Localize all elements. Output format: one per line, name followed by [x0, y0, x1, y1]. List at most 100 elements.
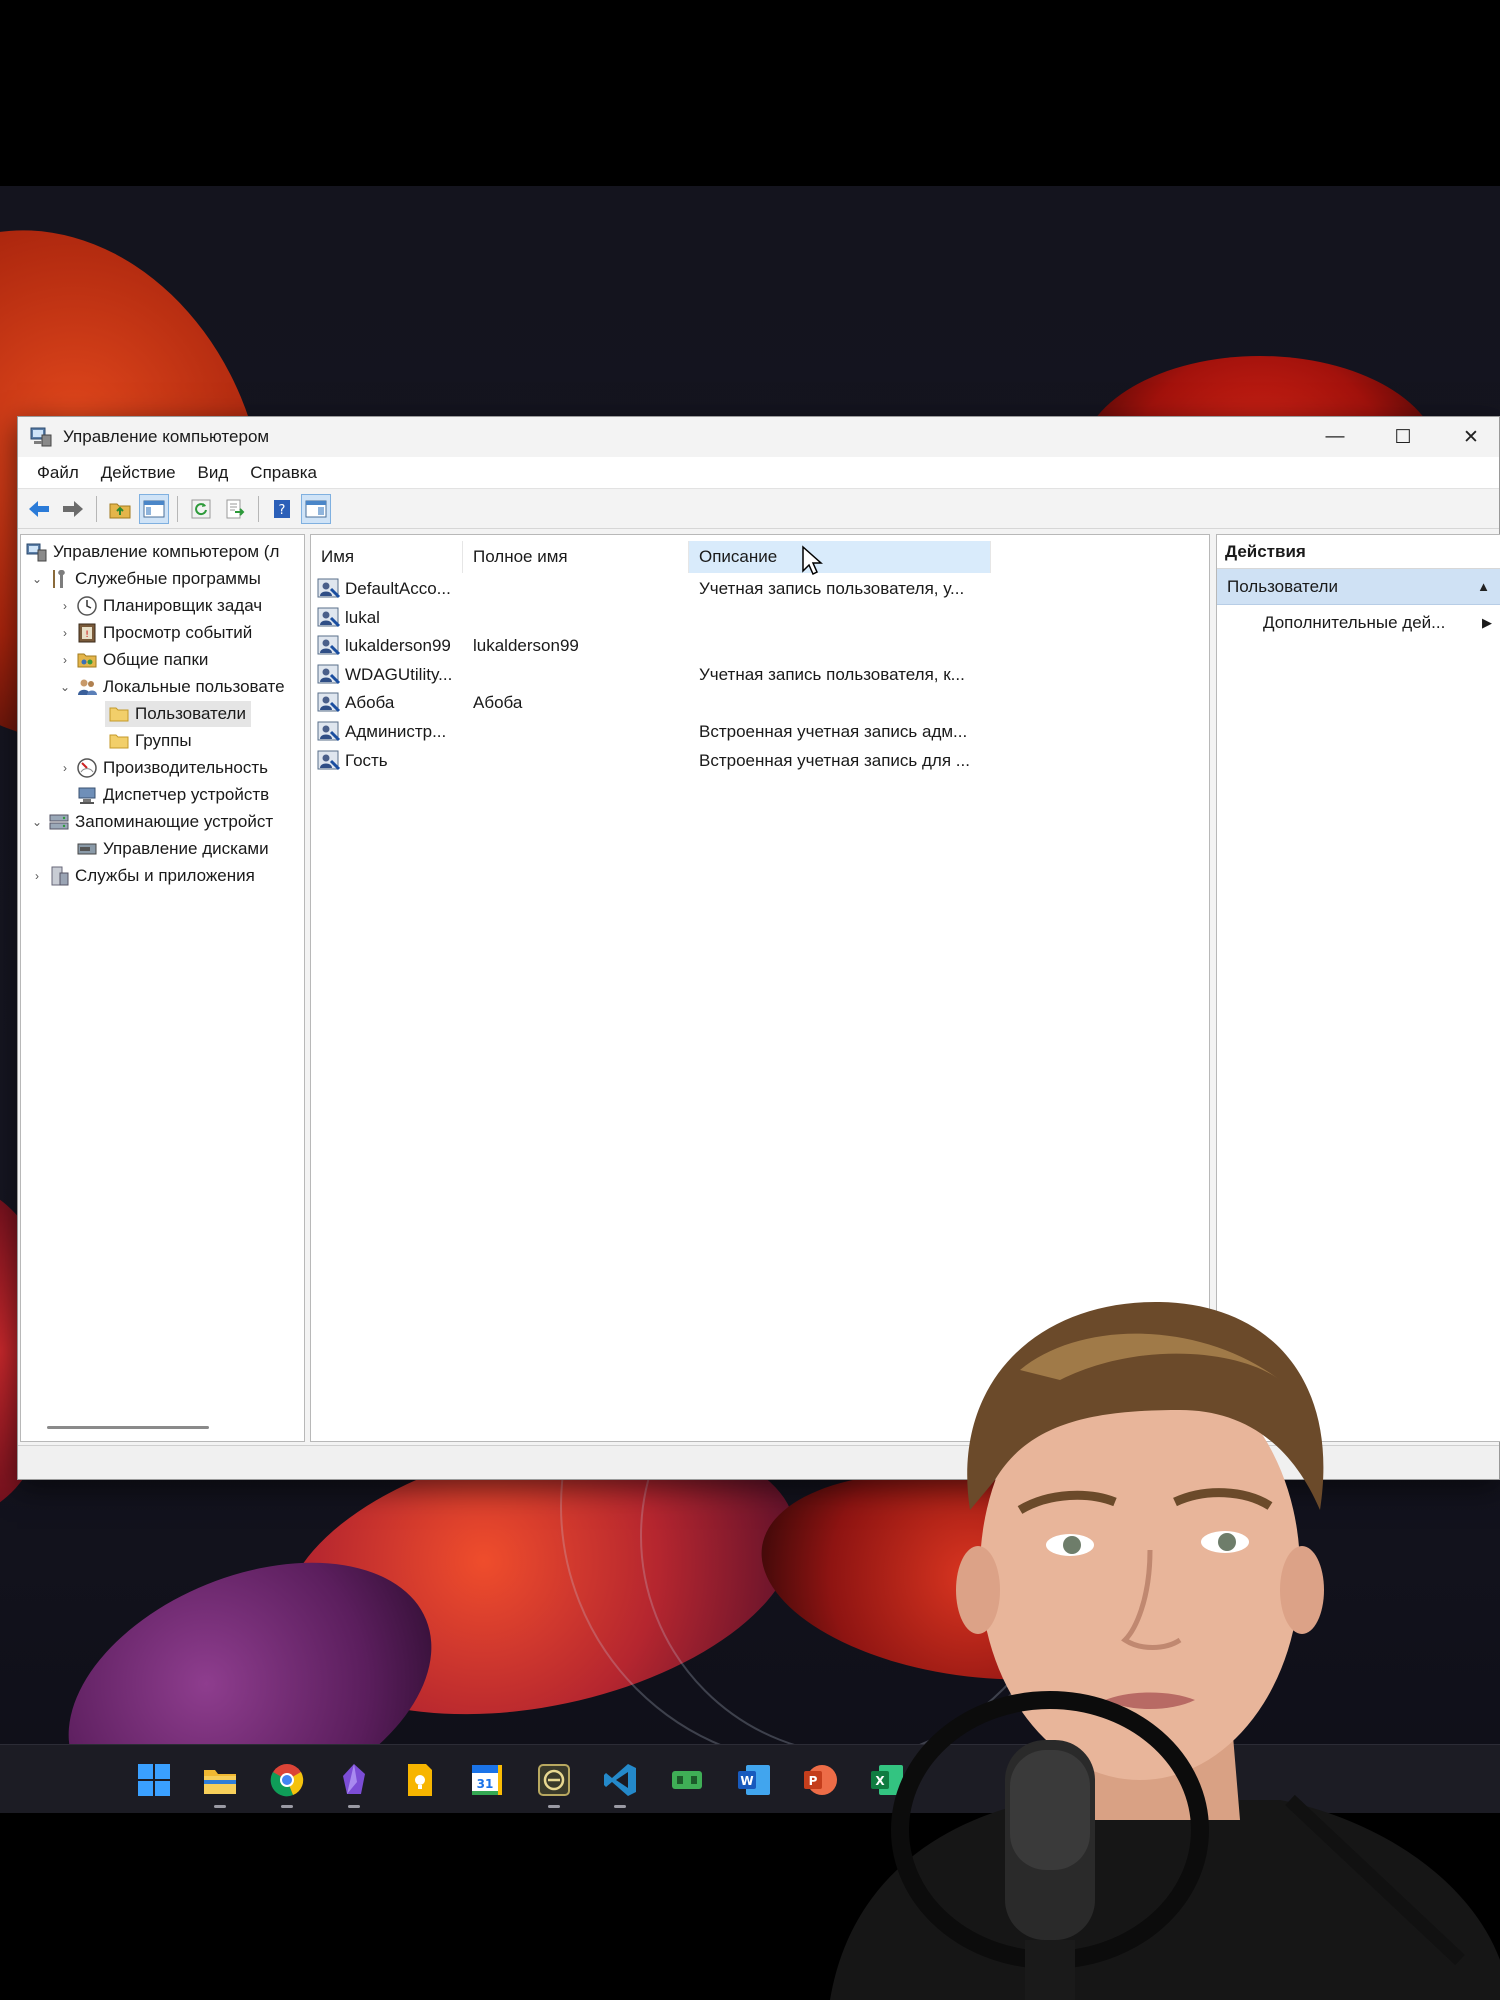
- tree-item-event-viewer[interactable]: › ! Просмотр событий: [57, 620, 252, 646]
- tree-label: Служебные программы: [75, 569, 261, 588]
- tree-label: Службы и приложения: [75, 866, 255, 885]
- vscode-icon: [604, 1764, 636, 1796]
- actions-section-users[interactable]: Пользователи ▲: [1217, 569, 1500, 605]
- obsidian-button[interactable]: [334, 1760, 374, 1808]
- chevron-down-icon[interactable]: ⌄: [29, 572, 45, 586]
- file-explorer-button[interactable]: [200, 1760, 240, 1808]
- calendar-button[interactable]: 31: [467, 1760, 507, 1800]
- folder-up-icon: [109, 503, 131, 518]
- start-button[interactable]: [134, 1760, 174, 1800]
- more-actions-item[interactable]: Дополнительные дей... ▶: [1217, 605, 1500, 641]
- user-name: Гость: [345, 750, 388, 770]
- storage-icon: [49, 814, 69, 830]
- computer-management-icon: [30, 427, 52, 447]
- chevron-right-icon[interactable]: ›: [57, 761, 73, 775]
- tree-item-performance[interactable]: › Производительность: [57, 755, 268, 781]
- tree-item-disk-management[interactable]: Управление дисками: [73, 836, 269, 862]
- word-button[interactable]: W: [734, 1760, 774, 1800]
- user-name: DefaultAcco...: [345, 579, 451, 598]
- toolbar-separator: [258, 495, 259, 522]
- chevron-down-icon[interactable]: ⌄: [57, 680, 73, 694]
- tree-item-groups[interactable]: Группы: [105, 728, 192, 754]
- svg-text:!: !: [85, 630, 89, 640]
- back-button[interactable]: [24, 494, 54, 524]
- chevron-right-icon[interactable]: ›: [57, 653, 73, 667]
- user-description: Встроенная учетная запись адм...: [699, 722, 968, 741]
- maximize-button[interactable]: ☐: [1369, 417, 1437, 457]
- more-actions-label: Дополнительные дей...: [1263, 613, 1446, 632]
- list-header: Имя Полное имя Описание: [311, 541, 1209, 573]
- user-account-icon: [317, 692, 341, 713]
- menu-action[interactable]: Действие: [90, 463, 187, 483]
- window-title: Управление компьютером: [63, 427, 270, 446]
- tree-item-users[interactable]: Пользователи: [105, 701, 251, 727]
- user-row[interactable]: Абоба Абоба: [311, 689, 1209, 717]
- webcam-person-overlay: [830, 1301, 1500, 2000]
- shared-folder-icon: [77, 653, 97, 668]
- tree-item-device-manager[interactable]: Диспетчер устройств: [73, 782, 269, 808]
- game-button[interactable]: [667, 1760, 707, 1800]
- running-indicator: [614, 1805, 626, 1808]
- title-bar[interactable]: Управление компьютером — ☐ ✕: [18, 417, 1499, 457]
- user-row[interactable]: DefaultAcco... Учетная запись пользовател…: [311, 575, 1209, 603]
- calendar-icon: 31: [472, 1765, 502, 1795]
- forward-button[interactable]: [58, 494, 88, 524]
- running-indicator: [214, 1805, 226, 1808]
- tree-item-services-applications[interactable]: › Службы и приложения: [29, 863, 255, 889]
- disk-icon: [77, 843, 97, 855]
- chevron-right-icon[interactable]: ›: [57, 599, 73, 613]
- help-button[interactable]: ?: [267, 494, 297, 524]
- show-hide-console-tree-button[interactable]: [139, 493, 169, 524]
- chevron-right-icon[interactable]: ›: [57, 626, 73, 640]
- menu-help[interactable]: Справка: [239, 463, 328, 483]
- user-row[interactable]: lukal: [311, 604, 1209, 632]
- column-header-full-name[interactable]: Полное имя: [463, 541, 689, 573]
- user-row[interactable]: lukalderson99 lukalderson99: [311, 632, 1209, 660]
- user-description: Учетная запись пользователя, к...: [699, 664, 965, 684]
- chrome-button[interactable]: [267, 1760, 307, 1808]
- action-pane-icon: [305, 500, 327, 517]
- tree-item-shared-folders[interactable]: › Общие папки: [57, 647, 208, 673]
- user-account-icon: [317, 607, 341, 627]
- tree-label: Планировщик задач: [103, 596, 263, 615]
- tree-item-system-tools[interactable]: ⌄ Служебные программы: [29, 566, 261, 592]
- user-row[interactable]: WDAGUtility... Учетная запись пользовател…: [311, 661, 1209, 689]
- refresh-button[interactable]: [186, 494, 216, 524]
- chevron-right-icon[interactable]: ›: [29, 869, 45, 883]
- collapse-up-icon[interactable]: ▲: [1477, 579, 1490, 594]
- svg-text:W: W: [740, 1774, 753, 1788]
- tree-label: Управление компьютером (л: [53, 542, 280, 561]
- user-row[interactable]: Администр... Встроенная учетная запись ад…: [311, 718, 1209, 746]
- up-level-button[interactable]: [105, 494, 135, 524]
- user-name: lukal: [345, 607, 380, 627]
- minimize-button[interactable]: —: [1301, 417, 1369, 457]
- tree-item-task-scheduler[interactable]: › Планировщик задач: [57, 593, 262, 619]
- user-name-cell: DefaultAcco...: [311, 575, 463, 603]
- chevron-down-icon[interactable]: ⌄: [29, 815, 45, 829]
- show-hide-action-pane-button[interactable]: [301, 493, 331, 524]
- services-icon: [51, 866, 69, 886]
- column-header-name[interactable]: Имя: [311, 541, 463, 573]
- tools-icon: [53, 570, 65, 588]
- menu-view[interactable]: Вид: [187, 463, 240, 483]
- user-row[interactable]: Гость Встроенная учетная запись для ...: [311, 747, 1209, 775]
- user-full-name: Абоба: [473, 693, 523, 713]
- folder-icon: [109, 734, 129, 749]
- mouse-cursor-icon: [802, 545, 823, 576]
- horizontal-scrollbar[interactable]: [47, 1426, 209, 1429]
- tree-item-storage[interactable]: ⌄ Запоминающие устройст: [29, 809, 273, 835]
- tree-item-local-users-groups[interactable]: ⌄ Локальные пользовате: [57, 674, 285, 700]
- back-arrow-icon: [29, 500, 49, 517]
- user-name-cell: Администр...: [311, 718, 463, 746]
- close-button[interactable]: ✕: [1437, 417, 1500, 457]
- cursor-app-button[interactable]: [534, 1760, 574, 1808]
- column-header-description[interactable]: Описание: [689, 541, 991, 573]
- tree-item-root[interactable]: Управление компьютером (л: [23, 539, 279, 565]
- keep-button[interactable]: [400, 1760, 440, 1800]
- export-list-button[interactable]: [220, 494, 250, 524]
- actions-title: Действия: [1217, 535, 1500, 569]
- user-name-cell: Абоба: [311, 689, 463, 717]
- tree-label: Общие папки: [103, 650, 209, 669]
- menu-file[interactable]: Файл: [26, 463, 90, 483]
- vscode-button[interactable]: [600, 1760, 640, 1808]
